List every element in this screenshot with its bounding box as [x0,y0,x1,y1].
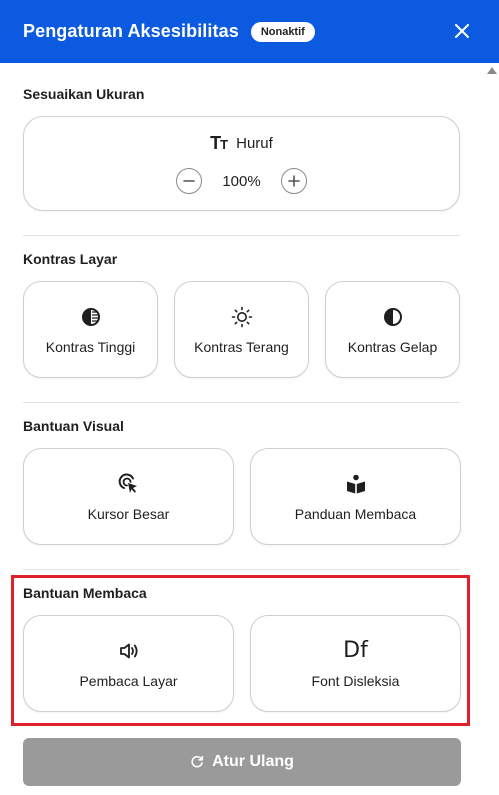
scroll-up-arrow-icon[interactable] [487,67,497,74]
dark-contrast-icon [383,307,402,326]
reading-section-label: Bantuan Membaca [23,585,147,601]
contrast-section-label: Kontras Layar [23,251,118,267]
light-contrast-button[interactable]: Kontras Terang [174,281,309,378]
dark-contrast-button[interactable]: Kontras Gelap [325,281,460,378]
increase-size-button[interactable] [280,168,307,194]
decrease-size-button[interactable] [176,168,203,194]
dark-contrast-label: Kontras Gelap [347,338,438,355]
high-contrast-button[interactable]: Kontras Tinggi [23,281,158,378]
font-size-card: TT Huruf 100% [23,116,460,211]
divider [23,569,460,570]
dyslexia-font-button[interactable]: Df Font Disleksia [250,615,461,712]
font-label: Huruf [236,135,273,152]
reading-guide-icon [346,474,365,493]
zoom-value: 100% [222,172,261,190]
dyslexia-font-label: Font Disleksia [311,672,400,689]
cursor-icon [118,473,137,493]
panel-header: Pengaturan Aksesibilitas Nonaktif [0,0,499,63]
reset-label: Atur Ulang [212,753,294,770]
reset-button[interactable]: Atur Ulang [23,738,461,786]
reset-icon [191,755,204,768]
close-button[interactable] [451,20,473,42]
status-badge: Nonaktif [250,21,315,42]
speaker-icon [119,643,138,658]
high-contrast-label: Kontras Tinggi [45,338,136,355]
text-size-icon: TT [210,133,228,153]
screen-reader-label: Pembaca Layar [79,672,178,689]
close-icon [455,24,469,38]
divider [23,235,460,236]
light-contrast-label: Kontras Terang [194,338,289,355]
large-cursor-label: Kursor Besar [87,505,170,522]
large-cursor-button[interactable]: Kursor Besar [23,448,234,545]
high-contrast-icon [81,307,100,326]
reading-guide-button[interactable]: Panduan Membaca [250,448,461,545]
size-section-label: Sesuaikan Ukuran [23,86,145,102]
visual-section-label: Bantuan Visual [23,418,124,434]
minus-circle-icon [183,180,196,182]
plus-circle-icon [287,175,300,187]
sun-icon [231,306,252,327]
dyslexia-font-icon: Df [343,638,368,663]
reading-guide-label: Panduan Membaca [294,505,417,522]
divider [23,402,460,403]
panel-title: Pengaturan Aksesibilitas [23,21,239,41]
screen-reader-button[interactable]: Pembaca Layar [23,615,234,712]
